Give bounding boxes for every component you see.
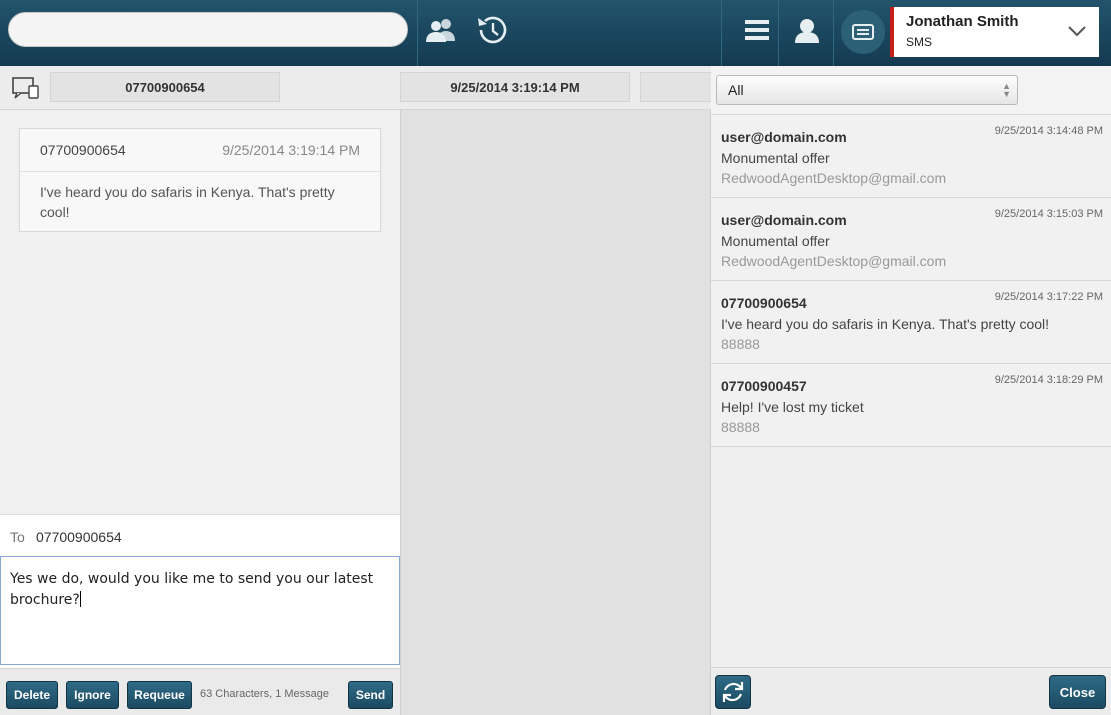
item-sender: 07700900457: [721, 378, 807, 394]
agent-panel[interactable]: Jonathan Smith SMS: [890, 7, 1099, 57]
menu-icon: [745, 20, 769, 40]
message-time: 9/25/2014 3:19:14 PM: [222, 142, 360, 158]
message-sender: 07700900654: [40, 142, 126, 158]
agent-status-button[interactable]: [787, 10, 827, 50]
item-subject: Monumental offer: [721, 233, 830, 249]
agent-name: Jonathan Smith: [906, 13, 1019, 30]
list-item[interactable]: 07700900654 9/25/2014 3:17:22 PM I've he…: [711, 281, 1111, 364]
item-recipient: 88888: [721, 336, 760, 352]
item-subject: I've heard you do safaris in Kenya. That…: [721, 316, 1050, 332]
to-value[interactable]: 07700900654: [36, 529, 122, 545]
item-sender: 07700900654: [721, 295, 807, 311]
reply-textarea[interactable]: Yes we do, would you like me to send you…: [0, 556, 400, 665]
details-pane: [400, 110, 711, 715]
list-item[interactable]: user@domain.com 9/25/2014 3:15:03 PM Mon…: [711, 198, 1111, 281]
divider: [417, 0, 418, 66]
delete-button[interactable]: Delete: [6, 681, 58, 709]
item-time: 9/25/2014 3:18:29 PM: [994, 374, 1103, 386]
divider: [833, 0, 834, 66]
menu-button[interactable]: [737, 10, 777, 50]
tab-contact-number[interactable]: 07700900654: [50, 72, 280, 102]
divider: [721, 0, 722, 66]
channel-avatar[interactable]: [841, 10, 885, 54]
to-label: To: [10, 529, 25, 545]
reply-text: Yes we do, would you like me to send you…: [10, 571, 374, 608]
inbox-footer: Close: [711, 667, 1111, 715]
item-subject: Monumental offer: [721, 150, 830, 166]
message-body: I've heard you do safaris in Kenya. That…: [40, 184, 335, 220]
item-sender: user@domain.com: [721, 129, 847, 145]
search-input[interactable]: [8, 12, 408, 47]
refresh-button[interactable]: [715, 675, 751, 709]
send-button[interactable]: Send: [348, 681, 393, 709]
message-header: 07700900654 9/25/2014 3:19:14 PM: [20, 129, 380, 172]
reply-toolbar: Delete Ignore Requeue 63 Characters, 1 M…: [0, 668, 400, 715]
history-icon: [478, 16, 507, 44]
agent-channel: SMS: [906, 35, 933, 49]
item-recipient: RedwoodAgentDesktop@gmail.com: [721, 253, 947, 269]
filter-row: All ▲ ▼: [711, 66, 1111, 115]
recipient-row: To 07700900654: [0, 514, 400, 556]
sms-device-icon: [852, 24, 874, 40]
chevron-down-icon[interactable]: [1067, 24, 1087, 38]
sms-channel-icon: [12, 77, 39, 99]
history-button[interactable]: [472, 10, 512, 50]
item-time: 9/25/2014 3:14:48 PM: [994, 125, 1103, 137]
conversation-pane: 07700900654 9/25/2014 3:19:14 PM I've he…: [0, 110, 400, 514]
tab-datetime[interactable]: 9/25/2014 3:19:14 PM: [400, 72, 630, 102]
contacts-icon: [426, 19, 455, 42]
item-time: 9/25/2014 3:15:03 PM: [994, 208, 1103, 220]
filter-value: All: [728, 82, 744, 98]
divider: [778, 0, 779, 66]
agent-icon: [795, 17, 819, 43]
select-arrows-icon: ▲ ▼: [1002, 81, 1011, 99]
list-item[interactable]: 07700900457 9/25/2014 3:18:29 PM Help! I…: [711, 364, 1111, 447]
message-card: 07700900654 9/25/2014 3:19:14 PM I've he…: [19, 128, 381, 232]
item-recipient: 88888: [721, 419, 760, 435]
item-sender: user@domain.com: [721, 212, 847, 228]
top-bar: Jonathan Smith SMS: [0, 0, 1111, 66]
item-recipient: RedwoodAgentDesktop@gmail.com: [721, 170, 947, 186]
filter-select[interactable]: All ▲ ▼: [716, 75, 1018, 105]
requeue-button[interactable]: Requeue: [127, 681, 192, 709]
character-counter: 63 Characters, 1 Message: [200, 688, 330, 700]
close-button[interactable]: Close: [1049, 675, 1106, 709]
item-subject: Help! I've lost my ticket: [721, 399, 864, 415]
list-item[interactable]: user@domain.com 9/25/2014 3:14:48 PM Mon…: [711, 115, 1111, 198]
ignore-button[interactable]: Ignore: [66, 681, 119, 709]
contacts-button[interactable]: [421, 10, 461, 50]
text-caret: [79, 591, 81, 607]
inbox-pane: All ▲ ▼ user@domain.com 9/25/2014 3:14:48…: [711, 66, 1111, 715]
item-time: 9/25/2014 3:17:22 PM: [994, 291, 1103, 303]
tab-strip: 07700900654 9/25/2014 3:19:14 PM: [0, 66, 711, 110]
inbox-list: user@domain.com 9/25/2014 3:14:48 PM Mon…: [711, 115, 1111, 447]
tab-partial[interactable]: [640, 72, 711, 102]
refresh-icon: [722, 682, 744, 702]
